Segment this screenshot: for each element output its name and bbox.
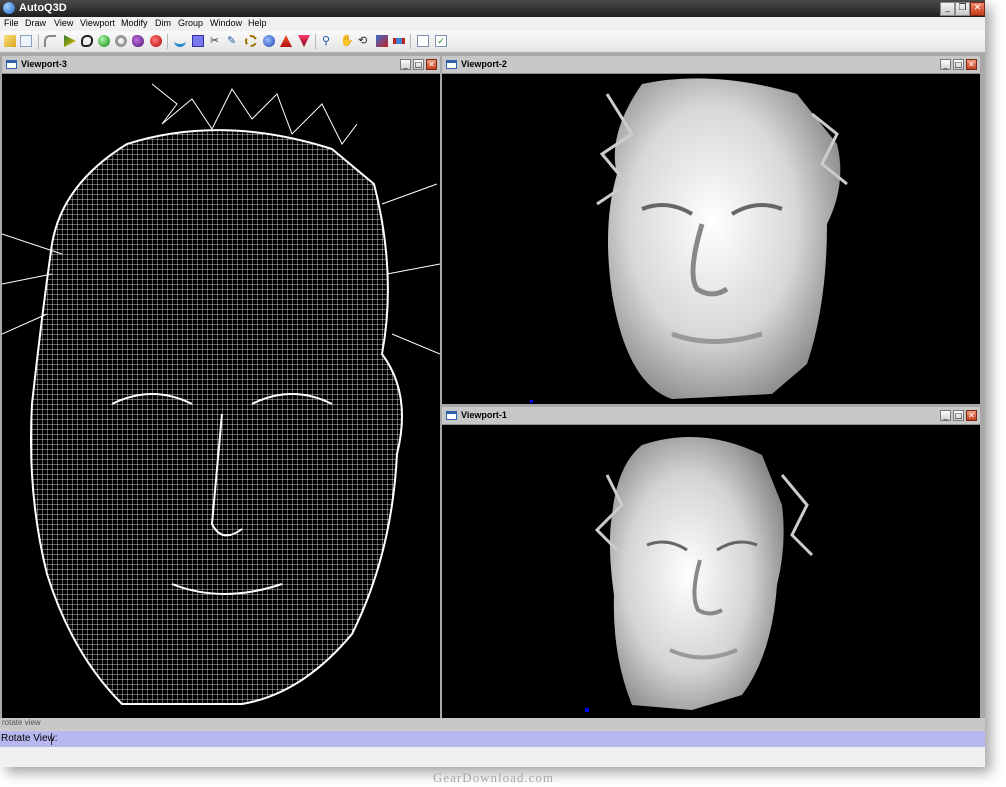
toolbar: ✂ ✎ ⚲ ✋ ⟲ ✓ — [0, 31, 985, 53]
square-blue-icon[interactable] — [192, 35, 204, 47]
toolbar-separator — [410, 34, 411, 49]
viewport-3-title: Viewport-3 — [21, 59, 67, 69]
viewport-2-close-button[interactable]: ✕ — [966, 59, 977, 70]
curve-icon[interactable] — [44, 35, 56, 47]
menu-modify[interactable]: Modify — [121, 18, 148, 28]
viewport-1-title: Viewport-1 — [461, 410, 507, 420]
fire-icon[interactable] — [280, 35, 292, 47]
viewport-1-close-button[interactable]: ✕ — [966, 410, 977, 421]
document-icon[interactable] — [417, 35, 429, 47]
check-document-icon[interactable]: ✓ — [435, 35, 447, 47]
footer-area — [0, 747, 985, 767]
mdi-workspace: Viewport-3 _ □ ✕ Viewport-2 _ □ ✕ Viewpo… — [0, 53, 985, 718]
viewport-3-titlebar[interactable]: Viewport-3 _ □ ✕ — [2, 56, 440, 74]
status-text: rotate view — [2, 718, 41, 727]
new-file-icon[interactable] — [4, 35, 16, 47]
menu-dim[interactable]: Dim — [155, 18, 171, 28]
sphere-blue-icon[interactable] — [263, 35, 275, 47]
watermark: GearDownload.com — [433, 770, 555, 785]
app-globe-icon — [3, 2, 15, 14]
status-strip: rotate view — [0, 718, 985, 730]
rotate-view-icon[interactable]: ⟲ — [358, 35, 370, 47]
toolbar-separator — [315, 34, 316, 49]
viewport-2-maximize-button[interactable]: □ — [953, 59, 964, 70]
scissors-icon[interactable]: ✂ — [210, 35, 222, 47]
viewport-window-icon — [446, 60, 457, 69]
viewport-2-minimize-button[interactable]: _ — [940, 59, 951, 70]
wireframe-head-model — [2, 83, 440, 705]
viewport-3-maximize-button[interactable]: □ — [413, 59, 424, 70]
viewport-2-canvas[interactable] — [442, 74, 980, 404]
menu-file[interactable]: File — [4, 18, 19, 28]
save-icon[interactable] — [20, 35, 32, 47]
command-input[interactable] — [51, 733, 52, 745]
pencil-icon[interactable]: ✎ — [227, 35, 239, 47]
title-bar: AutoQ3D _ ❐ ✕ — [0, 0, 985, 17]
pointer-icon[interactable] — [64, 35, 76, 47]
toolbar-separator — [167, 34, 168, 49]
fire2-icon[interactable] — [298, 35, 310, 47]
wave-icon[interactable] — [174, 35, 186, 47]
viewport-1-titlebar[interactable]: Viewport-1 _ □ ✕ — [442, 407, 980, 425]
command-bar: Rotate View: — [0, 731, 985, 747]
menu-view[interactable]: View — [54, 18, 73, 28]
menu-help[interactable]: Help — [248, 18, 267, 28]
viewport-3-close-button[interactable]: ✕ — [426, 59, 437, 70]
apple-red-icon[interactable] — [150, 35, 162, 47]
minimize-button[interactable]: _ — [940, 2, 955, 16]
viewport-window-icon — [6, 60, 17, 69]
hand-pan-icon[interactable]: ✋ — [340, 35, 354, 47]
toolbar-separator — [38, 34, 39, 49]
cube-icon[interactable] — [376, 35, 388, 47]
shaded-head-model — [585, 437, 814, 712]
shaded-head-model — [530, 78, 848, 403]
menu-window[interactable]: Window — [210, 18, 242, 28]
menu-group[interactable]: Group — [178, 18, 203, 28]
close-button[interactable]: ✕ — [970, 2, 985, 16]
viewport-2-title: Viewport-2 — [461, 59, 507, 69]
lasso-icon[interactable] — [81, 35, 93, 47]
zoom-icon[interactable]: ⚲ — [322, 35, 334, 47]
rotate-chain-icon[interactable] — [245, 35, 257, 47]
viewport-2-titlebar[interactable]: Viewport-2 _ □ ✕ — [442, 56, 980, 74]
viewport-1-maximize-button[interactable]: □ — [953, 410, 964, 421]
viewport-3-canvas[interactable] — [2, 74, 440, 718]
torus-icon[interactable] — [115, 35, 127, 47]
sphere-green-icon[interactable] — [98, 35, 110, 47]
viewport-2-window[interactable]: Viewport-2 _ □ ✕ — [442, 56, 980, 404]
menu-draw[interactable]: Draw — [25, 18, 46, 28]
application-window: AutoQ3D _ ❐ ✕ File Draw View Viewport Mo… — [0, 0, 985, 767]
bone-icon[interactable] — [393, 38, 405, 44]
viewport-1-canvas[interactable] — [442, 425, 980, 718]
viewport-window-icon — [446, 411, 457, 420]
viewport-3-window[interactable]: Viewport-3 _ □ ✕ — [2, 56, 440, 718]
viewport-1-minimize-button[interactable]: _ — [940, 410, 951, 421]
viewport-1-window[interactable]: Viewport-1 _ □ ✕ — [442, 407, 980, 718]
blob-purple-icon[interactable] — [132, 35, 144, 47]
restore-button[interactable]: ❐ — [955, 2, 970, 16]
viewport-3-minimize-button[interactable]: _ — [400, 59, 411, 70]
command-label: Rotate View: — [1, 733, 58, 744]
window-title: AutoQ3D — [19, 2, 67, 14]
menu-bar: File Draw View Viewport Modify Dim Group… — [0, 17, 985, 31]
menu-viewport[interactable]: Viewport — [80, 18, 115, 28]
